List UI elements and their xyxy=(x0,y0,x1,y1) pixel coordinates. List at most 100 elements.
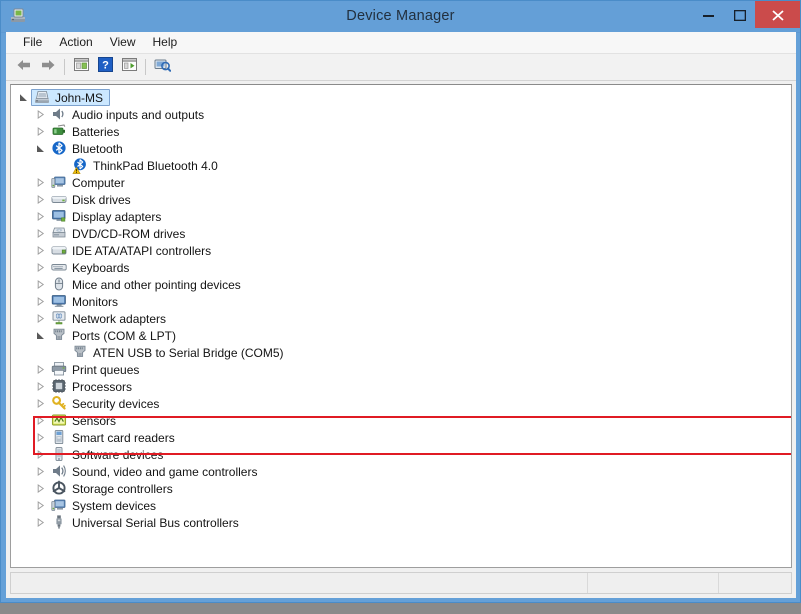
expand-triangle-icon[interactable] xyxy=(33,225,48,242)
tree-node-content[interactable]: DVD/CD-ROM drives xyxy=(48,225,192,242)
expand-triangle-icon[interactable] xyxy=(33,446,48,463)
help-button[interactable]: ? xyxy=(93,56,117,78)
tree-node-content[interactable]: Computer xyxy=(48,174,132,191)
tree-node[interactable]: DVD/CD-ROM drives xyxy=(11,225,791,242)
tree-node[interactable]: Print queues xyxy=(11,361,791,378)
close-button[interactable] xyxy=(755,1,800,28)
expand-triangle-icon[interactable] xyxy=(33,174,48,191)
tree-node[interactable]: Ports (COM & LPT) xyxy=(11,327,791,344)
sensor-icon xyxy=(49,412,68,429)
tree-node-label: Batteries xyxy=(72,124,120,139)
tree-node-content[interactable]: Audio inputs and outputs xyxy=(48,106,211,123)
tree-node-content[interactable]: Sound, video and game controllers xyxy=(48,463,264,480)
tree-node[interactable]: Computer xyxy=(11,174,791,191)
tree-node[interactable]: Mice and other pointing devices xyxy=(11,276,791,293)
collapse-triangle-icon[interactable] xyxy=(33,140,48,157)
tree-node-content[interactable]: Smart card readers xyxy=(48,429,182,446)
tree-node[interactable]: Network adapters xyxy=(11,310,791,327)
tree-node[interactable]: Universal Serial Bus controllers xyxy=(11,514,791,531)
tree-node[interactable]: Sensors xyxy=(11,412,791,429)
tree-node[interactable]: Storage controllers xyxy=(11,480,791,497)
tree-node-content[interactable]: Batteries xyxy=(48,123,126,140)
expand-triangle-icon[interactable] xyxy=(33,208,48,225)
expand-triangle-icon[interactable] xyxy=(33,310,48,327)
tree-node-content[interactable]: ThinkPad Bluetooth 4.0 xyxy=(69,157,225,174)
tree-node-content[interactable]: Print queues xyxy=(48,361,146,378)
tree-node[interactable]: Disk drives xyxy=(11,191,791,208)
collapse-triangle-icon[interactable] xyxy=(16,89,31,106)
tree-node[interactable]: Bluetooth xyxy=(11,140,791,157)
tree-node-content[interactable]: System devices xyxy=(48,497,163,514)
maximize-button[interactable] xyxy=(724,1,755,28)
menu-view[interactable]: View xyxy=(102,33,145,52)
mouse-icon xyxy=(49,276,68,293)
minimize-button[interactable] xyxy=(693,1,724,28)
expand-triangle-icon[interactable] xyxy=(33,361,48,378)
tree-node-content[interactable]: Mice and other pointing devices xyxy=(48,276,248,293)
tree-node-content[interactable]: Security devices xyxy=(48,395,166,412)
tree-node-content[interactable]: Monitors xyxy=(48,293,125,310)
ide-controller-icon xyxy=(49,242,68,259)
back-button[interactable] xyxy=(12,56,36,78)
menu-action[interactable]: Action xyxy=(51,33,101,52)
forward-button[interactable] xyxy=(36,56,60,78)
dvd-drive-icon xyxy=(49,225,68,242)
tree-node[interactable]: Monitors xyxy=(11,293,791,310)
tree-node-content[interactable]: Keyboards xyxy=(48,259,136,276)
tree-node[interactable]: Batteries xyxy=(11,123,791,140)
expand-triangle-icon[interactable] xyxy=(33,106,48,123)
tree-node-content[interactable]: Disk drives xyxy=(48,191,138,208)
tree-node-content[interactable]: Processors xyxy=(48,378,139,395)
tree-node-content[interactable]: Universal Serial Bus controllers xyxy=(48,514,246,531)
tree-node[interactable]: System devices xyxy=(11,497,791,514)
update-driver-icon xyxy=(121,57,138,77)
bluetooth-icon xyxy=(49,140,68,157)
tree-node[interactable]: Security devices xyxy=(11,395,791,412)
expand-triangle-icon[interactable] xyxy=(33,480,48,497)
tree-node[interactable]: ThinkPad Bluetooth 4.0 xyxy=(11,157,791,174)
port-icon xyxy=(49,327,68,344)
tree-node-content[interactable]: Sensors xyxy=(48,412,123,429)
tree-node-content[interactable]: Software devices xyxy=(48,446,170,463)
tree-node-content[interactable]: IDE ATA/ATAPI controllers xyxy=(48,242,218,259)
menu-help[interactable]: Help xyxy=(145,33,187,52)
expand-triangle-icon[interactable] xyxy=(33,412,48,429)
tree-node[interactable]: Audio inputs and outputs xyxy=(11,106,791,123)
menu-file[interactable]: File xyxy=(15,33,51,52)
tree-node[interactable]: IDE ATA/ATAPI controllers xyxy=(11,242,791,259)
expand-triangle-icon[interactable] xyxy=(33,429,48,446)
tree-node[interactable]: Keyboards xyxy=(11,259,791,276)
expand-triangle-icon[interactable] xyxy=(33,191,48,208)
tree-node-content[interactable]: Network adapters xyxy=(48,310,173,327)
tree-node-content[interactable]: ATEN USB to Serial Bridge (COM5) xyxy=(69,344,291,361)
expand-triangle-icon[interactable] xyxy=(33,123,48,140)
tree-node-content[interactable]: John-MS xyxy=(31,89,111,106)
tree-node-content[interactable]: Display adapters xyxy=(48,208,168,225)
tree-node[interactable]: ATEN USB to Serial Bridge (COM5) xyxy=(11,344,791,361)
tree-node-label: Sensors xyxy=(72,413,117,428)
tree-node-content[interactable]: Bluetooth xyxy=(48,140,130,157)
expand-triangle-icon[interactable] xyxy=(33,242,48,259)
expand-triangle-icon[interactable] xyxy=(33,276,48,293)
tree-node[interactable]: Smart card readers xyxy=(11,429,791,446)
tree-node-content[interactable]: Ports (COM & LPT) xyxy=(48,327,183,344)
expand-triangle-icon[interactable] xyxy=(33,514,48,531)
expand-triangle-icon[interactable] xyxy=(33,497,48,514)
monitor-icon xyxy=(49,293,68,310)
update-driver-button[interactable] xyxy=(117,56,141,78)
device-tree-panel[interactable]: John-MS Audio inputs and outputs Batteries… xyxy=(10,84,792,568)
tree-node[interactable]: Sound, video and game controllers xyxy=(11,463,791,480)
tree-node[interactable]: John-MS xyxy=(11,89,791,106)
tree-node[interactable]: Display adapters xyxy=(11,208,791,225)
expand-triangle-icon[interactable] xyxy=(33,395,48,412)
tree-node[interactable]: Software devices xyxy=(11,446,791,463)
expand-triangle-icon[interactable] xyxy=(33,259,48,276)
expand-triangle-icon[interactable] xyxy=(33,378,48,395)
tree-node[interactable]: Processors xyxy=(11,378,791,395)
scan-hardware-changes-button[interactable] xyxy=(150,56,174,78)
expand-triangle-icon[interactable] xyxy=(33,293,48,310)
properties-button[interactable] xyxy=(69,56,93,78)
collapse-triangle-icon[interactable] xyxy=(33,327,48,344)
expand-triangle-icon[interactable] xyxy=(33,463,48,480)
tree-node-content[interactable]: Storage controllers xyxy=(48,480,180,497)
